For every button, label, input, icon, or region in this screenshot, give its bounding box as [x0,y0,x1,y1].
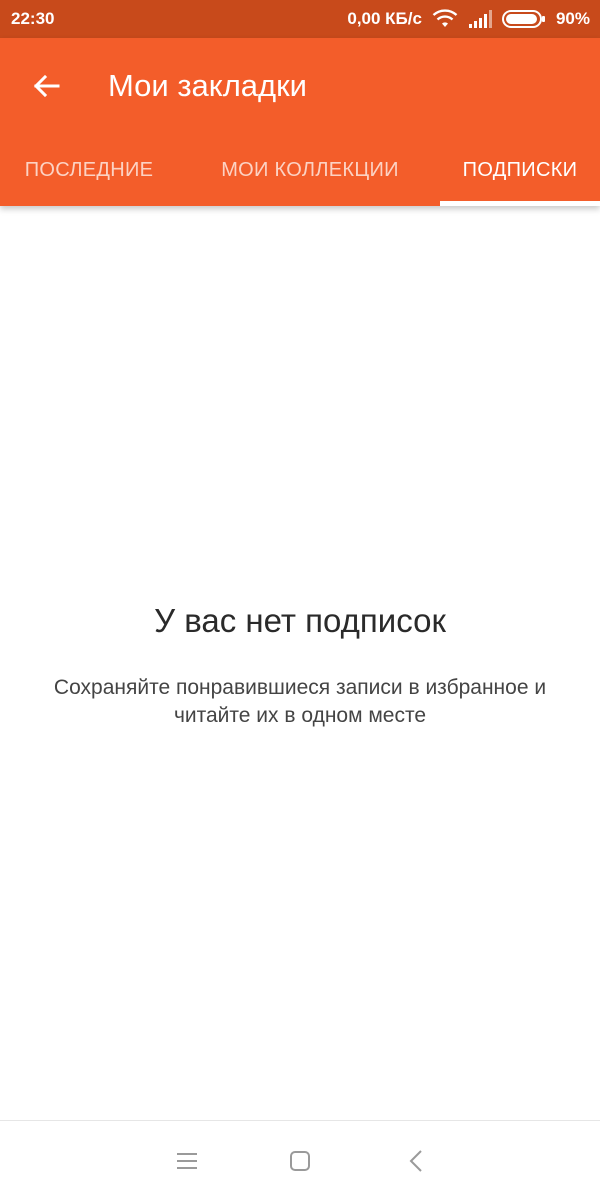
network-speed: 0,00 КБ/с [347,9,422,28]
empty-state-subtitle-line1: Сохраняйте понравившиеся записи в избран… [53,676,547,699]
signal-icon [468,10,492,28]
status-bar: 22:30 0,00 КБ/с 90% [0,0,600,38]
wifi-icon [432,9,458,29]
tab-indicator [440,201,600,206]
page-title: Мои закладки [108,68,308,103]
nav-back-button[interactable] [396,1141,436,1181]
back-chevron-icon [409,1150,422,1172]
app-bar: Мои закладки ПОСЛЕДНИЕ МОИ КОЛЛЕКЦИИ ПОД… [0,38,600,206]
system-nav-bar [0,1120,600,1198]
menu-icon [177,1153,197,1169]
tab-subscriptions[interactable]: ПОДПИСКИ [440,134,600,206]
nav-menu-button[interactable] [167,1141,207,1181]
tab-bar: ПОСЛЕДНИЕ МОИ КОЛЛЕКЦИИ ПОДПИСКИ [0,134,600,206]
nav-home-button[interactable] [280,1141,320,1181]
battery-percent: 90% [555,9,590,28]
tab-collections[interactable]: МОИ КОЛЛЕКЦИИ [194,134,426,206]
tab-recent[interactable]: ПОСЛЕДНИЕ [0,134,178,206]
empty-state-subtitle: Сохраняйте понравившиеся записи в избран… [0,674,600,730]
toolbar: Мои закладки [0,38,600,134]
empty-state: У вас нет подписок Сохраняйте понравивши… [0,598,600,730]
status-time: 22:30 [11,9,55,28]
battery-icon [501,10,546,28]
home-square-icon [290,1151,310,1171]
empty-state-title: У вас нет подписок [154,602,446,639]
status-right: 0,00 КБ/с 90% [347,9,590,29]
back-button[interactable] [22,62,70,110]
empty-state-subtitle-line2: читайте их в одном месте [173,704,427,727]
arrow-left-icon [33,74,60,98]
